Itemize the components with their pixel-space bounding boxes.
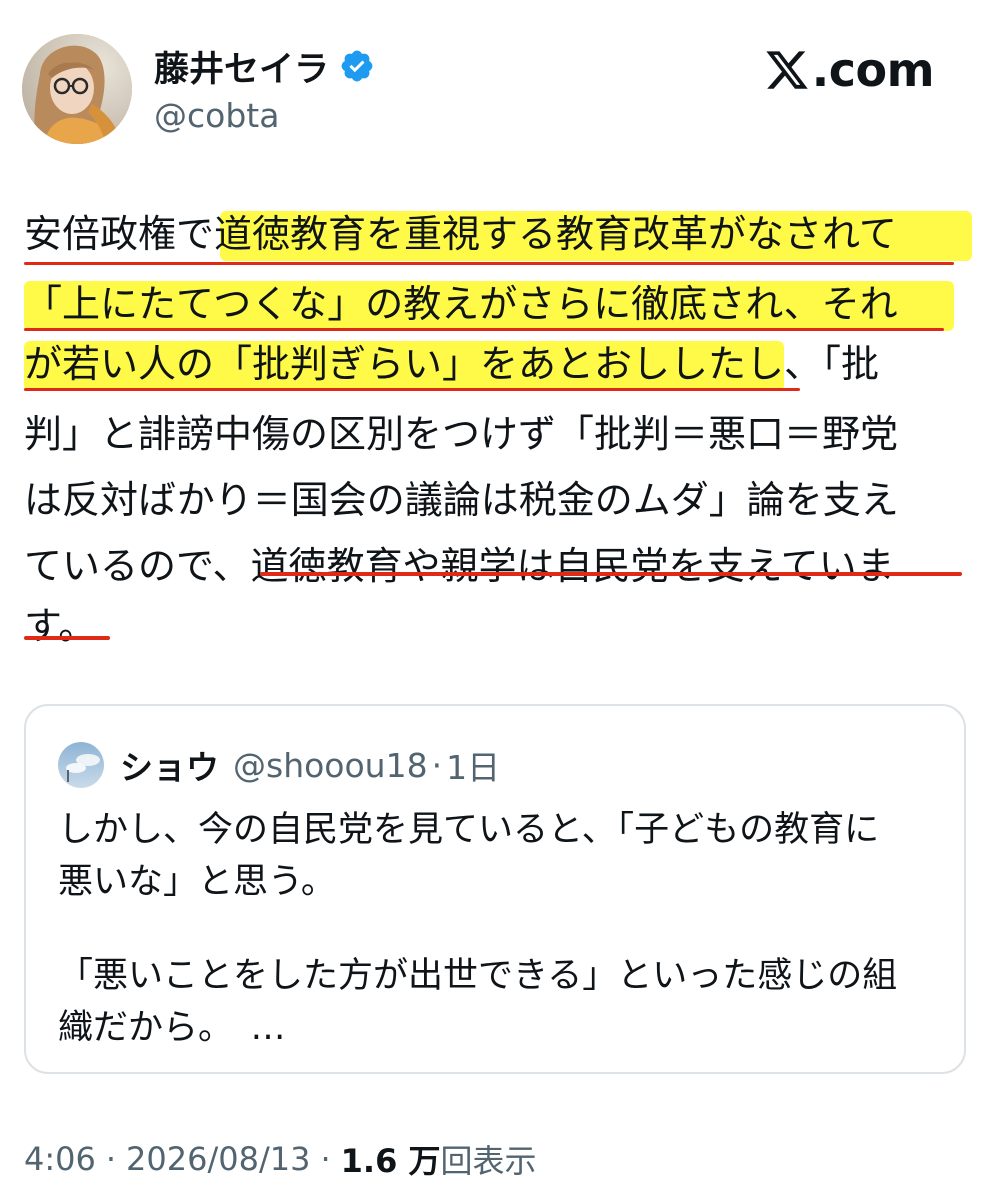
red-underline <box>260 572 962 576</box>
x-logo-icon <box>766 51 808 89</box>
user-avatar[interactable] <box>22 34 132 144</box>
view-count[interactable]: 1.6 万 <box>341 1136 441 1182</box>
tweet-text-segment: は反対ばかり＝国会の議論は税金のムダ」論を支え <box>24 478 899 522</box>
tweet-line: ているので、道徳教育や親学は自民党を支えていま <box>24 536 895 596</box>
sky-avatar-icon <box>58 742 104 788</box>
tweet-line: は反対ばかり＝国会の議論は税金のムダ」論を支え <box>24 470 899 530</box>
quoted-text-line: 悪いな」と思う。 <box>58 862 336 902</box>
tweet-text-highlighted: が若い人の「批判ぎらい」をあとおしした <box>24 342 747 386</box>
quoted-display-name[interactable]: ショウ <box>120 741 219 789</box>
quoted-text-line: しかし、今の自民党を見ていると、「子どもの教育に <box>58 810 880 850</box>
tweet-line: 判」と誹謗中傷の区別をつけず「批判＝悪口＝野党 <box>24 404 898 464</box>
separator-dot: · <box>431 745 443 785</box>
tweet-text-highlighted: 道徳教育を重視する教育改革がなされて <box>214 212 897 256</box>
tweet-text-underlined: す。 <box>24 604 97 648</box>
red-underline <box>24 388 800 391</box>
avatar-photo-icon <box>22 34 132 144</box>
verified-badge-icon <box>341 50 373 82</box>
tweet-line: 「上にたてつくな」の教えがさらに徹底され、それ <box>24 274 898 334</box>
tweet-header: 藤井セイラ @cobta .com <box>22 34 970 144</box>
quoted-handle[interactable]: @shooou18 <box>233 746 428 785</box>
tweet-text-segment: 判」と誹謗中傷の区別をつけず「批判＝悪口＝野党 <box>24 412 899 456</box>
quoted-text-line: 織だから。 … <box>58 1008 286 1048</box>
tweet-date[interactable]: 2026/08/13 <box>126 1140 310 1178</box>
quoted-timestamp[interactable]: 1日 <box>446 741 500 789</box>
separator-dot: · <box>105 1140 117 1178</box>
user-handle[interactable]: @cobta <box>154 96 279 135</box>
red-underline <box>24 262 954 265</box>
tweet-line: が若い人の「批判ぎらい」をあとおししたし、「批 <box>24 334 879 394</box>
tweet-time[interactable]: 4:06 <box>24 1140 96 1178</box>
quoted-text-line: 「悪いことをした方が出世できる」といった感じの組 <box>58 956 898 996</box>
red-underline <box>24 328 944 331</box>
tweet-text-segment: 安倍政権で <box>24 212 215 256</box>
tweet-line: す。 <box>24 596 96 656</box>
brand-watermark: .com <box>764 40 935 100</box>
tweet-text-highlighted: 「上にたてつくな」の教えがさらに徹底され、それ <box>24 282 898 326</box>
red-underline <box>24 636 110 640</box>
tweet-line: 安倍政権で道徳教育を重視する教育改革がなされて <box>24 204 897 264</box>
quoted-tweet-header: ショウ @shooou18 · 1日 <box>120 742 500 788</box>
separator-dot: · <box>320 1140 331 1178</box>
quoted-user-avatar[interactable] <box>58 742 104 788</box>
display-name[interactable]: 藤井セイラ <box>154 41 329 92</box>
display-name-row: 藤井セイラ <box>154 44 375 90</box>
tweet-text-underlined: 道徳教育や親学は自民党を支えていま <box>250 544 895 588</box>
tweet-text-segment: ているので、 <box>24 544 251 588</box>
quoted-tweet-card[interactable]: ショウ @shooou18 · 1日 しかし、今の自民党を見ていると、「子どもの… <box>24 704 966 1074</box>
brand-text: .com <box>811 43 935 97</box>
tweet-meta: 4:06 · 2026/08/13 · 1.6 万 回表示 <box>24 1134 537 1184</box>
view-count-label: 回表示 <box>440 1142 537 1180</box>
tweet-text-segment: し、「批 <box>746 342 880 386</box>
